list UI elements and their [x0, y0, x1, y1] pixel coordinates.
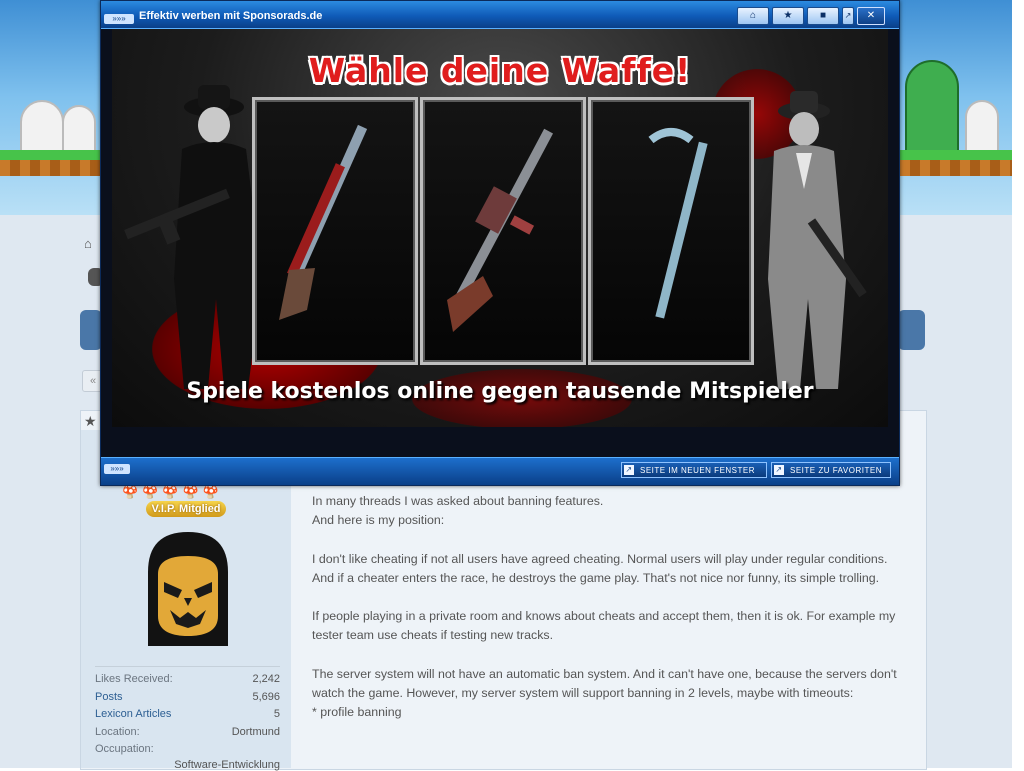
open-external-icon: ↗ — [624, 465, 634, 475]
location-value: Dortmund — [231, 725, 280, 738]
open-external-icon: ↗ — [774, 465, 784, 475]
rank-icons: 🍄🍄🍄🍄🍄 — [122, 484, 223, 499]
user-avatar[interactable] — [140, 532, 236, 646]
home-icon[interactable]: ⌂ — [737, 7, 769, 25]
hill-decoration — [905, 60, 959, 159]
stat-row-likes: Likes Received: 2,242 — [95, 671, 280, 689]
popup-title: Effektiv werben mit Sponsorads.de — [139, 10, 323, 22]
open-in-new-window-button[interactable]: ↗ SEITE IM NEUEN FENSTER — [621, 462, 767, 478]
likes-label: Likes Received: — [95, 673, 173, 685]
lexicon-articles-link[interactable]: Lexicon Articles — [95, 706, 171, 724]
gangster-right-image — [768, 91, 867, 389]
post-paragraph: I don't like cheating if not all users h… — [312, 551, 888, 585]
popup-ad-window[interactable]: »»» Effektiv werben mit Sponsorads.de ⌂ … — [100, 0, 900, 486]
minimize-button[interactable]: ■ — [807, 7, 839, 25]
location-label: Location: — [95, 725, 140, 738]
home-icon[interactable]: ⌂ — [84, 236, 92, 251]
star-icon[interactable]: ★ — [84, 413, 97, 430]
stat-row-location: Location: Dortmund — [95, 724, 280, 742]
posts-value: 5,696 — [252, 690, 280, 703]
popup-titlebar[interactable]: »»» Effektiv werben mit Sponsorads.de ⌂ … — [101, 1, 899, 29]
ad-headline: Wähle deine Waffe! — [308, 51, 692, 90]
stat-row-occupation: Occupation: — [95, 741, 280, 759]
open-external-icon[interactable]: ↗ — [842, 7, 854, 25]
window-controls: ⌂ ★ ■ ↗ ✕ — [737, 7, 885, 25]
navigation-bar-left — [80, 310, 102, 350]
posts-link[interactable]: Posts — [95, 689, 123, 707]
stat-row-posts: Posts 5,696 — [95, 689, 280, 707]
weapon-card-shotgun[interactable] — [252, 97, 418, 365]
user-rank-badge: V.I.P. Mitglied — [146, 501, 226, 517]
weapon-card-tommy-gun[interactable] — [420, 97, 586, 365]
add-to-favorites-label: SEITE ZU FAVORITEN — [790, 466, 882, 475]
occupation-value: Software-Entwicklung — [174, 758, 280, 771]
shotgun-image — [279, 124, 368, 320]
lexicon-value: 5 — [273, 708, 280, 720]
stat-row-lexicon: Lexicon Articles 5 — [95, 706, 280, 724]
open-in-new-window-label: SEITE IM NEUEN FENSTER — [640, 466, 756, 475]
user-stats: Likes Received: 2,242 Posts 5,696 Lexico… — [95, 666, 280, 771]
ad-banner[interactable]: Wähle deine Waffe! Spiele kostenlos onli… — [112, 29, 888, 427]
close-icon[interactable]: ✕ — [857, 7, 885, 25]
post-paragraph: * profile banning — [312, 705, 402, 720]
chevron-right-icon: »»» — [104, 14, 134, 24]
weapon-card-crowbar[interactable] — [588, 97, 754, 365]
chevron-right-icon: »»» — [104, 464, 130, 474]
post-paragraph: If people playing in a private room and … — [312, 609, 896, 643]
ad-subline: Spiele kostenlos online gegen tausende M… — [186, 379, 814, 404]
post-paragraph: And here is my position: — [312, 513, 445, 528]
navigation-bar-right — [898, 310, 925, 350]
occupation-label: Occupation: — [95, 743, 154, 755]
add-to-favorites-button[interactable]: ↗ SEITE ZU FAVORITEN — [771, 462, 891, 478]
post-paragraph: In many threads I was asked about bannin… — [312, 494, 604, 508]
likes-value: 2,242 — [252, 673, 280, 685]
post-content: In many threads I was asked about bannin… — [312, 492, 902, 722]
tommy-gun-image — [447, 128, 554, 332]
popup-bottombar: »»» ↗ SEITE IM NEUEN FENSTER ↗ SEITE ZU … — [101, 457, 899, 485]
crowbar-image — [648, 128, 708, 319]
post-paragraph: The server system will not have an autom… — [312, 666, 897, 700]
star-icon[interactable]: ★ — [772, 7, 804, 25]
